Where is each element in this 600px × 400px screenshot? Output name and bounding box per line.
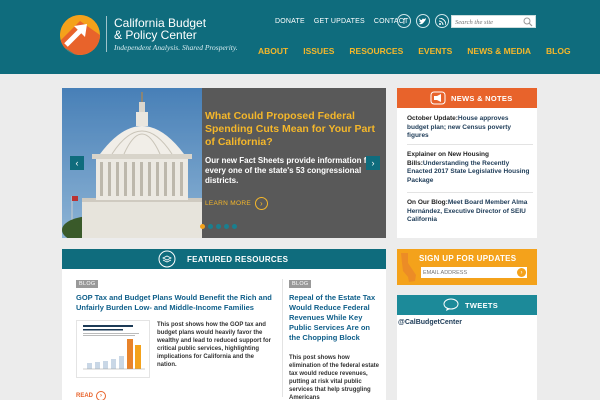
learn-more-label: LEARN MORE	[205, 200, 251, 207]
slider-dot[interactable]	[200, 224, 205, 229]
read-button[interactable]: READ ›	[76, 391, 107, 400]
slider-dot[interactable]	[216, 224, 221, 229]
nav-news-media[interactable]: NEWS & MEDIA	[467, 46, 531, 56]
slider-next-button[interactable]: ›	[366, 156, 380, 170]
news-and-notes-panel: NEWS & NOTES October Update:House approv…	[397, 88, 537, 238]
news-item[interactable]: October Update:House approves budget pla…	[407, 115, 531, 141]
hero-slider: What Could Proposed Federal Spending Cut…	[62, 88, 386, 238]
megaphone-icon	[430, 91, 446, 105]
slider-dots	[200, 224, 237, 229]
social-links: f	[397, 14, 449, 28]
category-tag[interactable]: BLOG	[289, 280, 312, 288]
divider	[407, 144, 533, 145]
site-header: California Budget & Policy Center Indepe…	[0, 0, 600, 74]
hero-headline[interactable]: What Could Proposed Federal Spending Cut…	[205, 110, 377, 149]
email-field-wrap: ›	[421, 267, 527, 278]
featured-title: FEATURED RESOURCES	[187, 255, 289, 264]
site-name[interactable]: California Budget & Policy Center	[114, 17, 254, 41]
learn-more-button[interactable]: LEARN MORE ›	[205, 197, 268, 210]
nav-issues[interactable]: ISSUES	[303, 46, 334, 56]
divider	[407, 192, 533, 193]
site-name-line2: & Policy Center	[114, 28, 197, 42]
rss-icon[interactable]	[435, 14, 449, 28]
tweets-title: TWEETS	[465, 301, 499, 310]
report-thumbnail[interactable]	[76, 320, 150, 378]
news-header: NEWS & NOTES	[397, 88, 537, 108]
layers-icon	[158, 250, 176, 268]
hero-description: Our new Fact Sheets provide information …	[205, 156, 375, 185]
arrow-right-icon: ›	[96, 391, 107, 400]
slider-dot[interactable]	[232, 224, 237, 229]
slider-dot[interactable]	[208, 224, 213, 229]
submit-arrow-icon[interactable]: ›	[517, 268, 526, 277]
search-input[interactable]	[455, 17, 521, 27]
slider-prev-button[interactable]: ‹	[70, 156, 84, 170]
resource-summary: This post shows how the GOP tax and budg…	[157, 322, 272, 368]
news-item-text: Understanding the Recently Enacted 2017 …	[407, 159, 530, 184]
column-divider	[282, 279, 283, 397]
utility-links: DONATE GET UPDATES CONTACT	[275, 18, 409, 25]
nav-about[interactable]: ABOUT	[258, 46, 288, 56]
featured-resources-header: FEATURED RESOURCES	[62, 249, 386, 269]
get-updates-link[interactable]: GET UPDATES	[314, 18, 365, 25]
slider-dot[interactable]	[224, 224, 229, 229]
read-label: READ	[76, 393, 94, 399]
featured-resources-body: BLOG GOP Tax and Budget Plans Would Bene…	[62, 269, 386, 400]
tweets-header: TWEETS	[397, 295, 537, 315]
signup-title: SIGN UP FOR UPDATES	[419, 254, 517, 263]
nav-blog[interactable]: BLOG	[546, 46, 571, 56]
tweets-panel: TWEETS @CalBudgetCenter	[397, 295, 537, 400]
resource-title[interactable]: GOP Tax and Budget Plans Would Benefit t…	[76, 293, 274, 313]
speech-bubble-icon	[443, 298, 459, 311]
news-item[interactable]: On Our Blog:Meet Board Member Alma Herná…	[407, 199, 531, 225]
donate-link[interactable]: DONATE	[275, 18, 305, 25]
category-tag[interactable]: BLOG	[76, 280, 99, 288]
california-map-icon	[401, 253, 416, 282]
email-field[interactable]	[423, 268, 509, 277]
news-item[interactable]: Explainer on New Housing Bills:Understan…	[407, 151, 531, 185]
site-tagline: Independent Analysis. Shared Prosperity.	[114, 43, 238, 52]
arrow-right-icon: ›	[254, 197, 268, 210]
twitter-icon[interactable]	[416, 14, 430, 28]
logo-icon[interactable]	[60, 15, 100, 55]
resource-summary: This post shows how elimination of the f…	[289, 355, 380, 400]
news-title: NEWS & NOTES	[451, 94, 513, 103]
facebook-icon[interactable]: f	[397, 14, 411, 28]
main-nav: ABOUT ISSUES RESOURCES EVENTS NEWS & MED…	[258, 46, 586, 56]
news-item-lead: On Our Blog:	[407, 199, 448, 206]
signup-panel: SIGN UP FOR UPDATES ›	[397, 249, 537, 285]
search-box	[451, 15, 536, 28]
resource-title[interactable]: Repeal of the Estate Tax Would Reduce Fe…	[289, 293, 381, 343]
logo-divider	[106, 16, 107, 52]
news-item-lead: October Update:	[407, 115, 458, 122]
twitter-handle-link[interactable]: @CalBudgetCenter	[398, 319, 462, 326]
search-icon[interactable]	[523, 17, 533, 27]
nav-events[interactable]: EVENTS	[418, 46, 452, 56]
nav-resources[interactable]: RESOURCES	[349, 46, 403, 56]
